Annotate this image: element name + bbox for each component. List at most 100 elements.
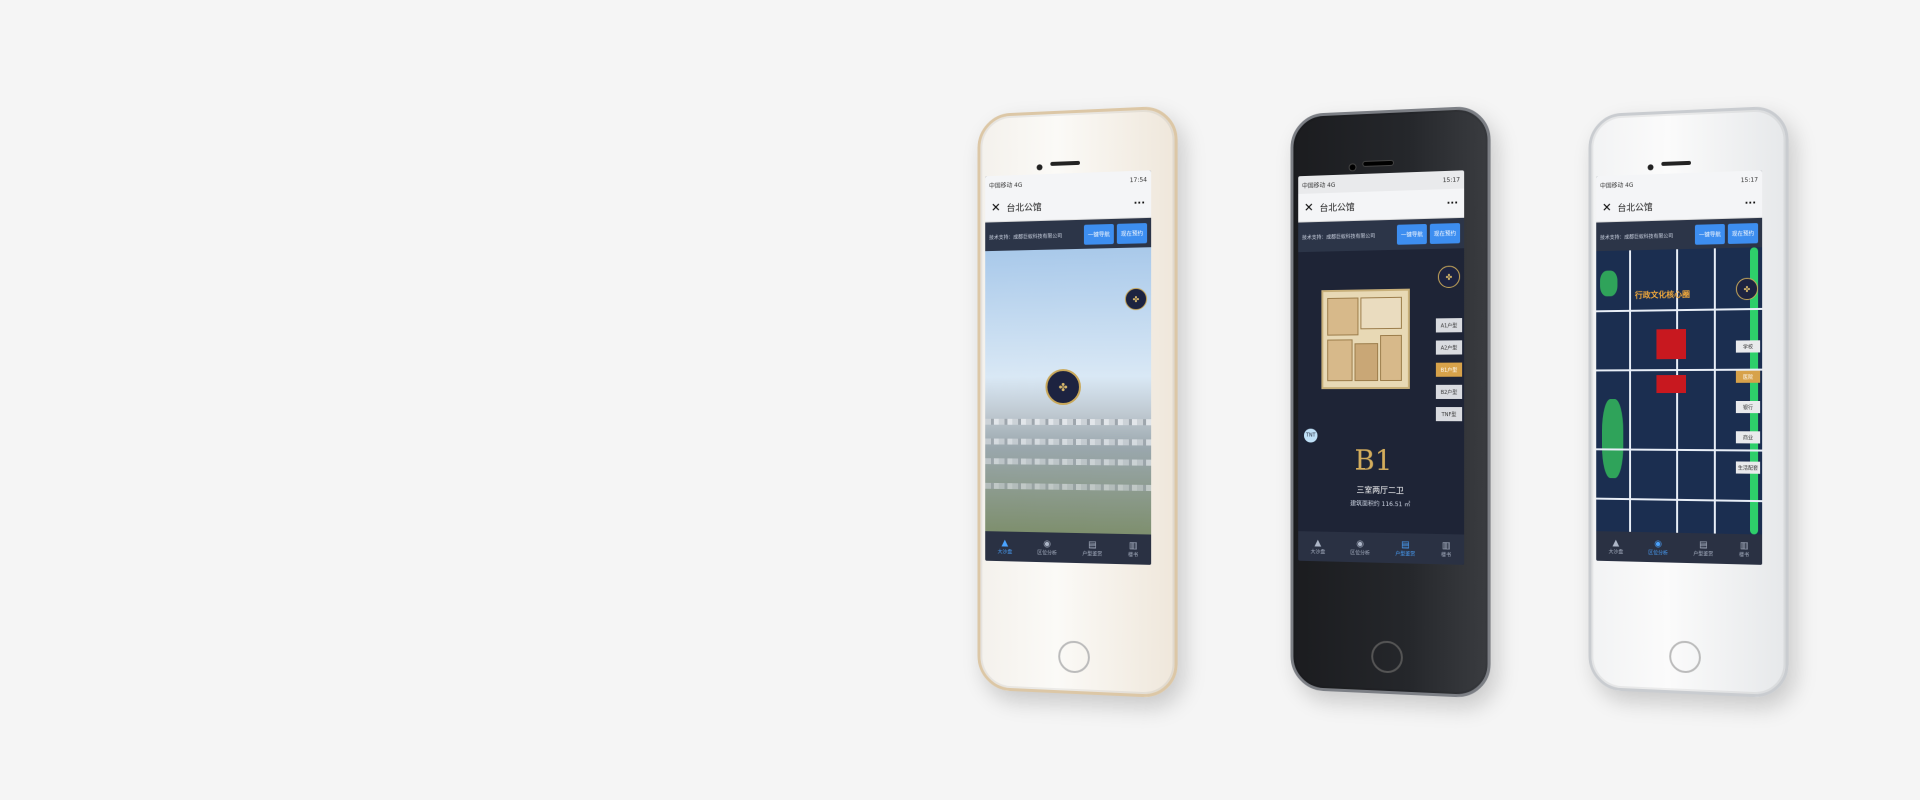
more-icon[interactable]: ··· <box>1134 197 1146 208</box>
tab-floorplan[interactable]: ▤ 户型鉴赏 <box>1082 540 1102 557</box>
carrier-label: 中国移动 4G <box>1302 181 1336 190</box>
home-button <box>1669 640 1701 674</box>
phone-screen: 中国移动 4G 17:54 ✕ 台北公馆 ··· 技术支持：成都巨蚁科技有限公司… <box>985 170 1152 565</box>
status-time: 15:17 <box>1740 176 1759 184</box>
tab-label: 区位分析 <box>1350 549 1370 557</box>
phone-screen: 中国移动 4G 15:17 ✕ 台北公馆 ··· 技术支持：成都巨蚁科技有限公司… <box>1298 170 1465 565</box>
tab-bar: ▲ 大沙盘 ◉ 区位分析 ▤ 户型鉴赏 ▥ 楼书 <box>985 531 1152 565</box>
phone-mockup-silver: 中国移动 4G 15:17 ✕ 台北公馆 ··· 技术支持：成都巨蚁科技有限公司… <box>1588 105 1789 699</box>
navigate-button[interactable]: 一键导航 <box>1396 223 1427 245</box>
layout-name: 三室两厅二卫 <box>1356 485 1404 496</box>
tab-sandbox[interactable]: ▲ 大沙盘 <box>998 538 1013 555</box>
reserve-button[interactable]: 现在预约 <box>1429 223 1461 244</box>
status-time: 15:17 <box>1442 176 1461 184</box>
location-icon: ◉ <box>1654 538 1662 549</box>
navigate-button[interactable]: 一键导航 <box>1083 223 1114 245</box>
navigate-button[interactable]: 一键导航 <box>1694 223 1725 245</box>
more-icon[interactable]: ··· <box>1745 197 1757 208</box>
map-road <box>1713 248 1716 534</box>
tab-floorplan[interactable]: ▤ 户型鉴赏 <box>1395 540 1415 557</box>
side-tag-living[interactable]: 生活配套 <box>1735 461 1761 474</box>
page-title: 台北公馆 <box>1006 202 1042 214</box>
side-tag-shopping[interactable]: 商业 <box>1735 431 1761 444</box>
front-camera <box>1349 164 1356 171</box>
book-icon: ▥ <box>1739 540 1749 551</box>
title-bar: ✕ 台北公馆 ··· <box>1596 188 1763 223</box>
mountain-icon: ▲ <box>1001 537 1009 548</box>
tab-brochure[interactable]: ▥ 楼书 <box>1128 541 1138 558</box>
phone-mockup-dark: 中国移动 4G 15:17 ✕ 台北公馆 ··· 技术支持：成都巨蚁科技有限公司… <box>1290 105 1491 699</box>
map-road <box>1629 250 1632 532</box>
phone-screen: 中国移动 4G 15:17 ✕ 台北公馆 ··· 技术支持：成都巨蚁科技有限公司… <box>1596 170 1763 565</box>
front-camera <box>1647 164 1654 171</box>
tab-brochure[interactable]: ▥ 楼书 <box>1441 541 1451 558</box>
book-icon: ▥ <box>1441 540 1451 551</box>
close-icon[interactable]: ✕ <box>1304 200 1314 214</box>
tab-label: 区位分析 <box>1648 549 1668 557</box>
mountain-icon: ▲ <box>1314 537 1322 548</box>
tab-location[interactable]: ◉ 区位分析 <box>1350 539 1370 556</box>
home-button <box>1371 640 1403 674</box>
carrier-label: 中国移动 4G <box>989 181 1023 190</box>
floorplan-icon: ▤ <box>1699 539 1708 550</box>
tab-bar: ▲ 大沙盘 ◉ 区位分析 ▤ 户型鉴赏 ▥ 楼书 <box>1298 531 1465 565</box>
location-icon: ◉ <box>1043 538 1051 549</box>
home-button <box>1058 640 1090 674</box>
tab-sandbox[interactable]: ▲ 大沙盘 <box>1311 538 1326 555</box>
front-camera <box>1036 164 1043 171</box>
status-time: 17:54 <box>1129 176 1148 184</box>
side-tag-school[interactable]: 学校 <box>1735 340 1761 353</box>
support-text: 技术支持：成都巨蚁科技有限公司 <box>1600 232 1674 241</box>
more-icon[interactable]: ··· <box>1447 197 1459 208</box>
aerial-view[interactable]: ✤ ✤ <box>985 247 1152 535</box>
location-map[interactable]: 行政文化核心圈 ✤ 学校 医院 银行 商业 生活配套 <box>1596 247 1763 535</box>
close-icon[interactable]: ✕ <box>991 200 1001 214</box>
tab-label: 户型鉴赏 <box>1395 550 1416 558</box>
landmark-marker[interactable] <box>1656 375 1687 394</box>
floorplan-icon: ▤ <box>1401 539 1410 550</box>
plan-room <box>1380 334 1402 382</box>
project-pin-icon[interactable]: ✤ <box>1045 368 1081 406</box>
plan-room <box>1360 296 1402 330</box>
floorplan-view: ✤ A1户型 A2户型 B1户型 B2户型 TNF型 TNT B1 三室两厅二卫… <box>1298 247 1464 534</box>
unit-tag-a1[interactable]: A1户型 <box>1435 318 1463 333</box>
reserve-button[interactable]: 现在预约 <box>1727 223 1759 244</box>
unit-tag-b2[interactable]: B2户型 <box>1435 384 1463 399</box>
earpiece-speaker <box>1363 160 1393 166</box>
earpiece-speaker <box>1661 160 1691 166</box>
plan-room <box>1354 343 1379 382</box>
unit-tag-a2[interactable]: A2户型 <box>1435 340 1463 355</box>
project-marker[interactable] <box>1656 329 1687 360</box>
tab-location[interactable]: ◉ 区位分析 <box>1037 539 1057 556</box>
unit-tag-b1[interactable]: B1户型 <box>1435 362 1463 377</box>
logo-badge-icon[interactable]: ✤ <box>1437 265 1461 289</box>
unit-tag-tnf[interactable]: TNF型 <box>1435 407 1463 422</box>
tab-label: 区位分析 <box>1037 549 1057 557</box>
tab-label: 大沙盘 <box>1310 548 1326 555</box>
city-buildings <box>985 438 1152 446</box>
location-icon: ◉ <box>1356 538 1364 549</box>
district-label: 行政文化核心圈 <box>1634 289 1690 300</box>
side-tag-hospital[interactable]: 医院 <box>1735 370 1761 383</box>
tab-sandbox[interactable]: ▲ 大沙盘 <box>1609 538 1624 555</box>
reserve-button[interactable]: 现在预约 <box>1116 223 1148 244</box>
tab-label: 大沙盘 <box>1608 548 1624 555</box>
area-text: 建筑面积约 116.51 ㎡ <box>1350 500 1411 509</box>
support-text: 技术支持：成都巨蚁科技有限公司 <box>1302 232 1376 241</box>
title-bar: ✕ 台北公馆 ··· <box>985 188 1152 223</box>
earpiece-speaker <box>1050 160 1080 166</box>
unit-type-title: B1 <box>1354 443 1393 478</box>
title-bar: ✕ 台北公馆 ··· <box>1298 188 1465 223</box>
floorplan-image[interactable] <box>1321 288 1410 390</box>
tab-label: 大沙盘 <box>997 548 1013 555</box>
tab-brochure[interactable]: ▥ 楼书 <box>1739 541 1749 558</box>
tab-floorplan[interactable]: ▤ 户型鉴赏 <box>1693 540 1713 557</box>
close-icon[interactable]: ✕ <box>1602 200 1612 214</box>
support-text: 技术支持：成都巨蚁科技有限公司 <box>989 232 1063 241</box>
compass-button[interactable]: TNT <box>1303 428 1318 443</box>
tab-location[interactable]: ◉ 区位分析 <box>1648 539 1668 556</box>
park-shape <box>1601 399 1624 479</box>
park-shape <box>1600 270 1618 297</box>
side-tag-bank[interactable]: 银行 <box>1735 400 1761 414</box>
phone-mockup-gold: 中国移动 4G 17:54 ✕ 台北公馆 ··· 技术支持：成都巨蚁科技有限公司… <box>977 105 1178 699</box>
